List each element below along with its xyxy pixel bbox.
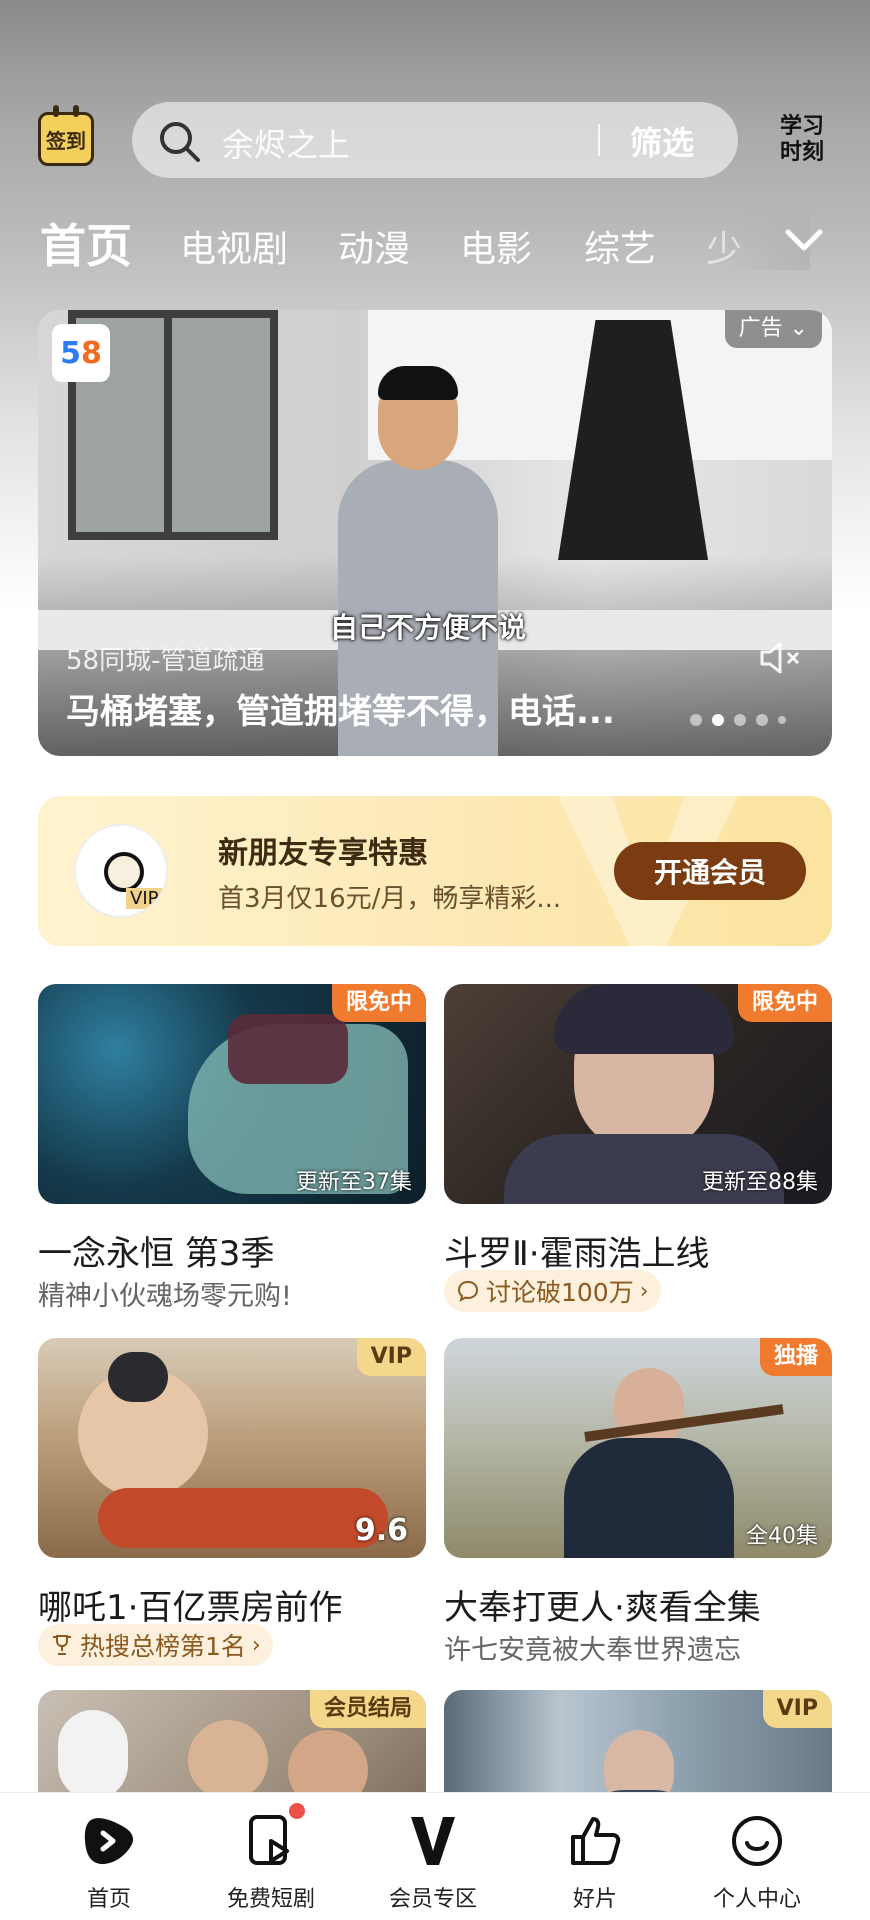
vip-v-icon — [411, 1817, 455, 1865]
search-bar[interactable]: 余烬之上 筛选 — [132, 102, 738, 178]
vip-promo-desc: 首3月仅16元/月，畅享精彩... — [218, 884, 562, 914]
pill-label: 讨论破100万 — [486, 1278, 634, 1307]
video-thumbnail[interactable]: 限免中 更新至37集 — [38, 984, 426, 1204]
video-thumbnail[interactable]: 独播 全40集 — [444, 1338, 832, 1558]
nav-label: 好片 — [572, 1887, 617, 1912]
open-vip-button[interactable]: 开通会员 — [614, 842, 806, 900]
tab-variety[interactable]: 综艺 — [584, 220, 656, 272]
chevron-right-icon: › — [251, 1632, 261, 1658]
nav-vip-zone[interactable]: 会员专区 — [353, 1793, 513, 1920]
search-icon — [160, 122, 200, 162]
chevron-right-icon: › — [639, 1278, 649, 1304]
rating-score: 9.6 — [354, 1513, 408, 1548]
carousel-dot — [734, 714, 746, 726]
carousel-dot — [690, 714, 702, 726]
brand-58-logo: 58 — [52, 324, 110, 382]
video-thumbnail[interactable]: VIP 9.6 — [38, 1338, 426, 1558]
video-title: 一念永恒 第3季 — [38, 1234, 275, 1274]
banner-source: 58同城-管道疏通 — [66, 646, 265, 676]
video-badge: 限免中 — [331, 984, 426, 1022]
ad-badge[interactable]: 广告 ⌄ — [724, 310, 822, 348]
carousel-dot — [778, 716, 786, 724]
thumbs-up-icon — [571, 1817, 621, 1865]
vip-finale-badge: 会员结局 — [309, 1690, 426, 1728]
play-logo-icon — [84, 1818, 134, 1865]
notification-dot — [289, 1803, 305, 1819]
video-subtitle: 许七安竟被大奉世界遗忘 — [444, 1635, 741, 1666]
nav-label: 会员专区 — [388, 1887, 477, 1912]
filter-button[interactable]: 筛选 — [630, 118, 694, 164]
ad-banner[interactable]: 58 广告 ⌄ 自己不方便不说 58同城-管道疏通 马桶堵塞，管道拥堵等不得，电… — [38, 310, 832, 756]
carousel-dot — [756, 714, 768, 726]
video-title: 斗罗Ⅱ·霍雨浩上线 — [444, 1234, 710, 1274]
vip-badge: VIP — [762, 1690, 832, 1728]
study-time-button[interactable]: 学习 时刻 — [774, 112, 830, 168]
search-placeholder: 余烬之上 — [222, 126, 351, 164]
chevron-down-icon[interactable] — [782, 222, 826, 258]
vip-promo-title: 新朋友专享特惠 — [218, 836, 428, 871]
tab-tv[interactable]: 电视剧 — [180, 220, 288, 272]
bottom-navigation: 首页 免费短剧 会员专区 好片 个人中心 — [0, 1792, 870, 1920]
nav-home[interactable]: 首页 — [29, 1793, 189, 1920]
tab-home[interactable]: 首页 — [40, 210, 132, 276]
nav-good-films[interactable]: 好片 — [515, 1793, 675, 1920]
video-subtitle: 精神小伙魂场零元购! — [38, 1281, 292, 1312]
video-title: 大奉打更人·爽看全集 — [444, 1588, 761, 1628]
category-tabs: 首页 电视剧 动漫 电影 综艺 少 — [0, 210, 870, 273]
study-label-line1: 学习 — [779, 114, 824, 139]
episode-count: 更新至88集 — [702, 1170, 818, 1195]
mute-icon[interactable] — [758, 640, 804, 676]
panda-icon — [104, 852, 144, 892]
banner-headline: 马桶堵塞，管道拥堵等不得，电话... — [66, 692, 615, 732]
episode-count: 更新至37集 — [296, 1170, 412, 1195]
vip-badge: VIP — [356, 1338, 426, 1376]
signin-button[interactable]: 签到 — [38, 105, 94, 166]
avatar: VIPO — [74, 824, 168, 918]
trophy-icon — [53, 1635, 71, 1655]
search-divider — [598, 124, 600, 156]
nav-label: 个人中心 — [712, 1887, 801, 1912]
video-subtitle: 自己不方便不说 — [330, 611, 527, 644]
hot-search-pill[interactable]: 热搜总榜第1名 › — [38, 1624, 273, 1666]
comment-icon — [457, 1280, 479, 1302]
study-label-line2: 时刻 — [779, 140, 824, 165]
pill-label: 热搜总榜第1名 — [80, 1632, 246, 1661]
short-drama-icon — [249, 1815, 289, 1865]
nav-label: 首页 — [86, 1887, 131, 1912]
tab-anime[interactable]: 动漫 — [338, 220, 410, 272]
carousel-dots — [690, 714, 786, 726]
tab-movie[interactable]: 电影 — [460, 220, 532, 272]
video-title: 哪吒1·百亿票房前作 — [38, 1588, 343, 1628]
vip-promo-card[interactable]: VIPO 新朋友专享特惠 首3月仅16元/月，畅享精彩... 开通会员 — [38, 796, 832, 946]
nav-profile[interactable]: 个人中心 — [677, 1793, 837, 1920]
video-thumbnail[interactable]: 限免中 更新至88集 — [444, 984, 832, 1204]
nav-label: 免费短剧 — [226, 1887, 315, 1912]
exclusive-badge: 独播 — [759, 1338, 832, 1376]
discussion-pill[interactable]: 讨论破100万 › — [444, 1270, 661, 1312]
video-badge: 限免中 — [737, 984, 832, 1022]
avatar-vip-badge: VIPO — [126, 888, 166, 909]
nav-short-drama[interactable]: 免费短剧 — [191, 1793, 351, 1920]
episode-count: 全40集 — [746, 1524, 818, 1549]
smiley-face-icon — [732, 1816, 782, 1866]
carousel-dot-active — [712, 714, 724, 726]
